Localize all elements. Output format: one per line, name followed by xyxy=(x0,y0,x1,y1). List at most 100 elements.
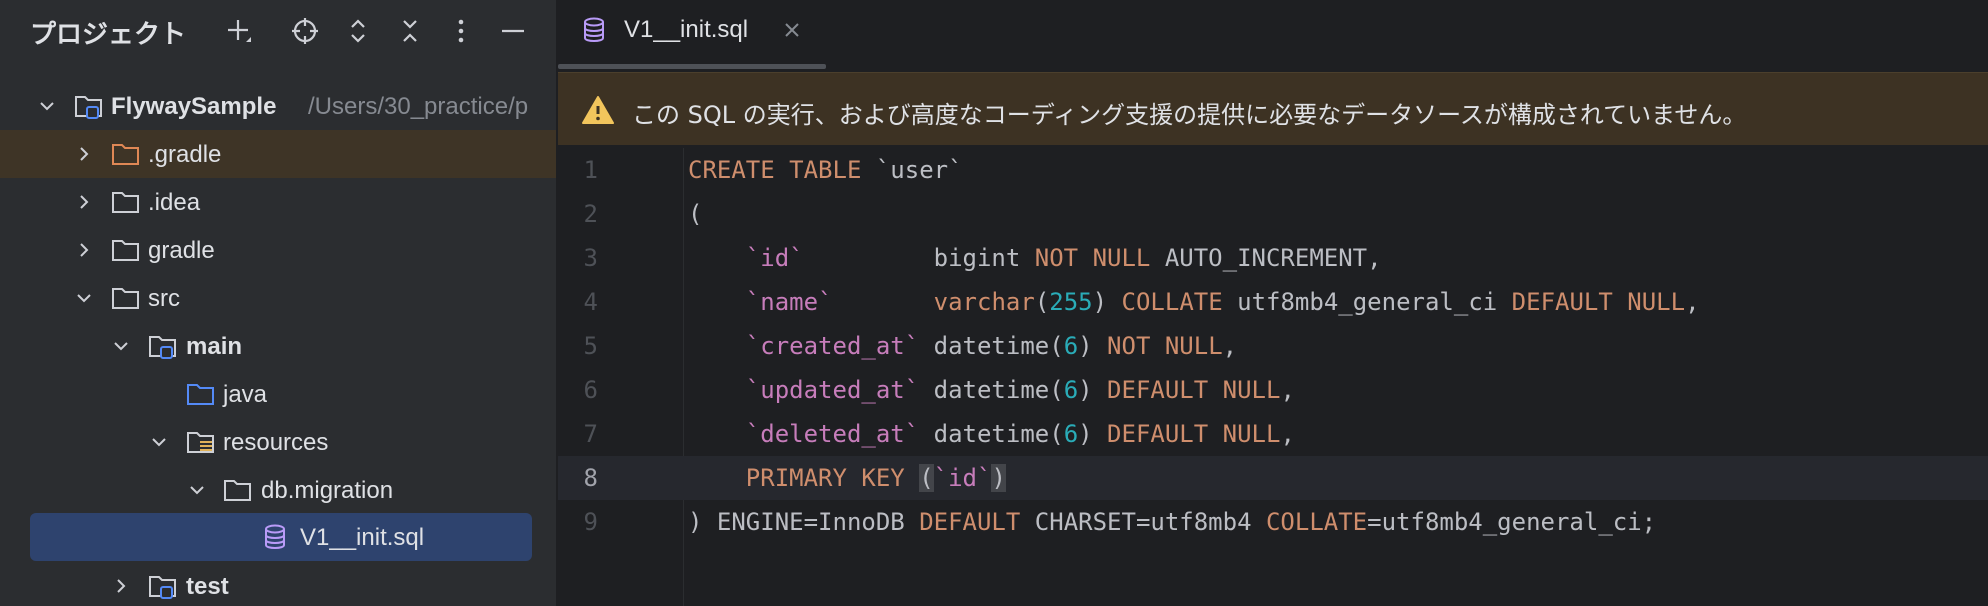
chevron-right-icon[interactable] xyxy=(73,143,95,165)
code-token: , xyxy=(1280,420,1295,448)
new-file-button[interactable] xyxy=(220,12,258,50)
code-line[interactable]: 4 `name` varchar(255) COLLATE utf8mb4_ge… xyxy=(558,280,1988,324)
datasource-warning-banner: この SQL の実行、および高度なコーディング支援の提供に必要なデータソースが構… xyxy=(558,72,1988,146)
code-token: ) xyxy=(1078,420,1108,448)
code-token: ( xyxy=(919,464,934,492)
module-folder-icon xyxy=(149,576,176,599)
excluded-folder-icon xyxy=(112,144,139,165)
expand-all-button[interactable] xyxy=(339,12,377,50)
code-token: ( xyxy=(1034,288,1050,316)
chevron-down-icon[interactable] xyxy=(148,431,170,453)
tree-item-java[interactable]: java xyxy=(0,370,556,418)
code-token: DEFAULT NULL xyxy=(1511,288,1686,316)
folder-icon xyxy=(112,192,139,213)
database-file-icon xyxy=(265,524,285,549)
more-vertical-icon xyxy=(458,19,464,43)
tree-item-flywaysample[interactable]: FlywaySample /Users/30_practice/p xyxy=(0,82,556,130)
tree-item-label: V1__init.sql xyxy=(300,524,425,551)
tree-item-v1-init-sql[interactable]: V1__init.sql xyxy=(30,513,532,561)
code-text: `id` bigint NOT NULL AUTO_INCREMENT, xyxy=(688,244,1382,272)
resources-folder-icon xyxy=(187,432,214,453)
project-panel-title: プロジェクト xyxy=(30,20,187,50)
chevron-right-icon[interactable] xyxy=(73,239,95,261)
chevron-right-icon[interactable] xyxy=(110,575,132,597)
code-token: ) ENGINE=InnoDB xyxy=(688,508,920,536)
hide-panel-button[interactable] xyxy=(494,12,532,50)
editor-tab-bar: V1__init.sql xyxy=(558,0,1988,72)
code-editor[interactable]: 1 CREATE TABLE `user` 2(3 `id` bigint NOT … xyxy=(558,148,1988,606)
warning-icon xyxy=(582,96,614,124)
chevron-down-icon[interactable] xyxy=(73,287,95,309)
tree-item-resources[interactable]: resources xyxy=(0,418,556,466)
code-token: ) xyxy=(1092,288,1122,316)
options-button[interactable] xyxy=(442,12,480,50)
tree-item-label: db.migration xyxy=(261,477,394,504)
tab-v1-init-sql[interactable]: V1__init.sql xyxy=(558,0,826,72)
folder-icon xyxy=(224,480,251,501)
project-panel-header: プロジェクト xyxy=(0,0,556,62)
code-line[interactable]: 5 `created_at` datetime(6) NOT NULL, xyxy=(558,324,1988,368)
code-token: CREATE TABLE xyxy=(688,156,862,184)
tree-item-label: FlywaySample xyxy=(111,93,277,120)
code-token: `user` xyxy=(861,156,963,184)
code-token: 255 xyxy=(1049,288,1093,316)
line-number: 3 xyxy=(583,244,598,272)
line-number: 4 xyxy=(583,288,598,316)
chevron-down-icon[interactable] xyxy=(36,95,58,117)
tree-item-db-migration[interactable]: db.migration xyxy=(0,466,556,514)
code-token: 6 xyxy=(1063,376,1079,404)
folder-icon xyxy=(112,240,139,261)
code-token: datetime( xyxy=(919,376,1064,404)
code-token: utf8mb4_general_ci xyxy=(1222,288,1512,316)
code-token: 6 xyxy=(1063,332,1079,360)
chevron-down-icon[interactable] xyxy=(186,479,208,501)
code-line[interactable]: 1 CREATE TABLE `user` xyxy=(558,148,1988,192)
crosshair-icon xyxy=(292,18,318,44)
tree-item-main[interactable]: main xyxy=(0,322,556,370)
code-line[interactable]: 2( xyxy=(558,192,1988,236)
chevron-right-icon[interactable] xyxy=(73,191,95,213)
tree-item-idea[interactable]: .idea xyxy=(0,178,556,226)
locate-file-button[interactable] xyxy=(286,12,324,50)
database-file-icon xyxy=(584,17,604,42)
code-token: 6 xyxy=(1063,420,1079,448)
code-token: NOT NULL xyxy=(1107,332,1223,360)
code-token: , xyxy=(1280,376,1295,404)
code-text: `name` varchar(255) COLLATE utf8mb4_gene… xyxy=(688,288,1700,316)
collapse-all-button[interactable] xyxy=(391,12,429,50)
code-token: bigint xyxy=(803,244,1035,272)
code-line[interactable]: 9) ENGINE=InnoDB DEFAULT CHARSET=utf8mb4… xyxy=(558,500,1988,544)
source-folder-icon xyxy=(187,384,214,405)
tab-label: V1__init.sql xyxy=(624,16,749,43)
line-number: 8 xyxy=(583,464,598,492)
tree-item-gradle-hidden[interactable]: .gradle xyxy=(0,130,556,178)
code-token: `created_at` xyxy=(745,332,920,360)
code-text: `deleted_at` datetime(6) DEFAULT NULL, xyxy=(688,420,1295,448)
code-line[interactable]: 6 `updated_at` datetime(6) DEFAULT NULL, xyxy=(558,368,1988,412)
code-token: `deleted_at` xyxy=(745,420,920,448)
code-line[interactable]: 3 `id` bigint NOT NULL AUTO_INCREMENT, xyxy=(558,236,1988,280)
line-number: 9 xyxy=(583,508,598,536)
module-folder-icon xyxy=(149,336,176,359)
line-number: 7 xyxy=(583,420,598,448)
tree-item-gradle[interactable]: gradle xyxy=(0,226,556,274)
line-number: 6 xyxy=(583,376,598,404)
chevron-down-icon[interactable] xyxy=(110,335,132,357)
tree-item-test[interactable]: test xyxy=(0,562,556,606)
tree-item-path: /Users/30_practice/p xyxy=(308,93,529,120)
close-icon[interactable] xyxy=(780,18,804,42)
code-token: ) xyxy=(1078,332,1108,360)
code-line[interactable]: 7 `deleted_at` datetime(6) DEFAULT NULL, xyxy=(558,412,1988,456)
code-line[interactable]: 8 PRIMARY KEY (`id`) xyxy=(558,456,1988,500)
minimize-icon xyxy=(502,29,524,33)
expand-all-icon xyxy=(351,19,365,43)
tree-item-src[interactable]: src xyxy=(0,274,556,322)
code-token: ( xyxy=(688,200,703,228)
code-text: PRIMARY KEY (`id`) xyxy=(688,464,1006,492)
tree-item-label: .gradle xyxy=(148,141,222,168)
